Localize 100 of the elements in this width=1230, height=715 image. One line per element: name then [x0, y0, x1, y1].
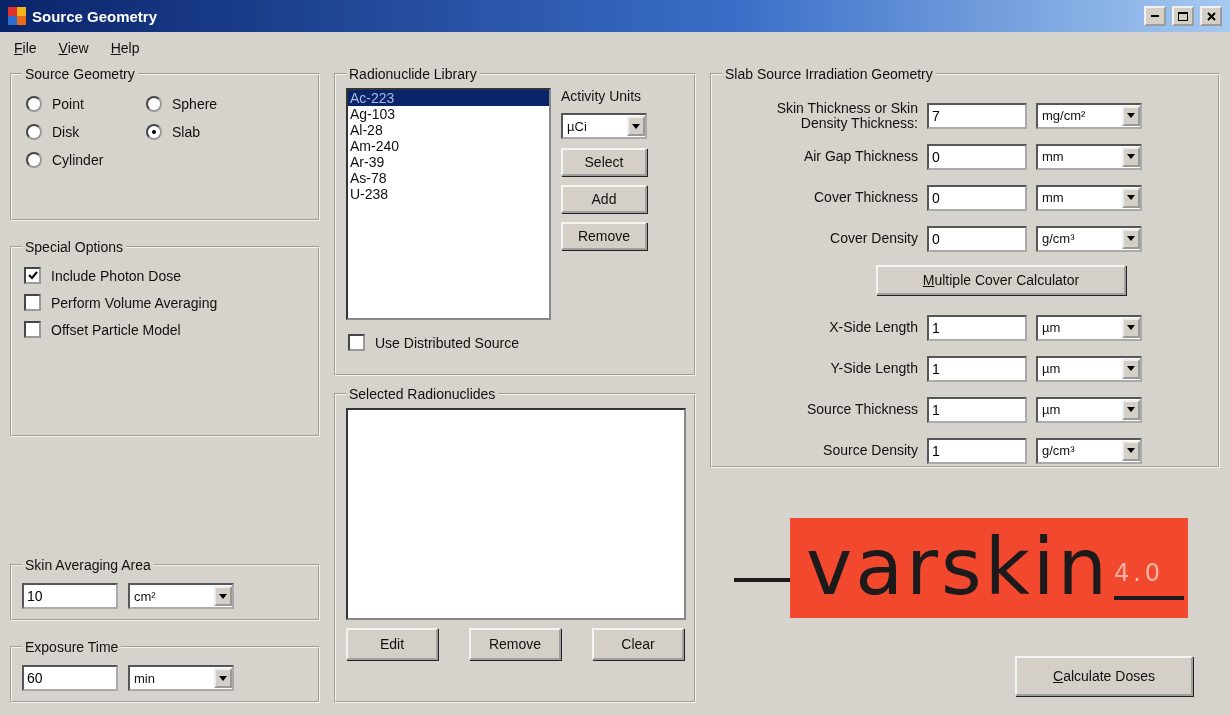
- input-field[interactable]: 60: [22, 665, 118, 691]
- window-title: Source Geometry: [32, 7, 159, 25]
- radio-label: Slab: [172, 124, 201, 140]
- checkbox[interactable]: [24, 294, 41, 311]
- action-button[interactable]: Edit: [346, 628, 438, 660]
- list-item[interactable]: Ag-103: [348, 106, 549, 122]
- action-button[interactable]: Add: [561, 185, 647, 213]
- unit-dropdown[interactable]: cm²: [128, 583, 234, 609]
- unit-dropdown[interactable]: mm: [1036, 184, 1142, 211]
- radio-option[interactable]: Cylinder: [26, 152, 146, 168]
- field-label: Cover Thickness: [813, 190, 918, 205]
- checkbox-option[interactable]: Offset Particle Model: [24, 321, 308, 338]
- unit-dropdown[interactable]: µCi: [561, 113, 647, 139]
- list-item[interactable]: As-78: [348, 170, 549, 186]
- input-field[interactable]: 1: [927, 396, 1027, 423]
- checkbox-option[interactable]: Use Distributed Source: [346, 320, 684, 351]
- dropdown-button[interactable]: [1122, 358, 1140, 379]
- dropdown-button[interactable]: [214, 586, 232, 606]
- menu-item[interactable]: View: [58, 40, 89, 56]
- radio-label: Point: [52, 96, 84, 112]
- dropdown-button[interactable]: [1122, 440, 1140, 461]
- unit-dropdown[interactable]: g/cm³: [1036, 225, 1142, 252]
- group-title: Source Geometry: [24, 66, 136, 82]
- checkbox-label: Offset Particle Model: [51, 321, 181, 338]
- minimize-button[interactable]: [1144, 6, 1166, 26]
- caret-icon: [1127, 407, 1135, 412]
- checkbox-label: Include Photon Dose: [51, 267, 181, 284]
- input-field[interactable]: 0: [927, 184, 1027, 211]
- dropdown-button[interactable]: [627, 116, 645, 136]
- checkbox-option[interactable]: Perform Volume Averaging: [24, 294, 308, 311]
- action-button[interactable]: Select: [561, 148, 647, 176]
- field-label: Source Density: [822, 443, 918, 458]
- radio-button[interactable]: [146, 124, 162, 140]
- checkbox[interactable]: [348, 334, 365, 351]
- dropdown-button[interactable]: [1122, 146, 1140, 167]
- action-button[interactable]: Remove: [561, 222, 647, 250]
- unit-dropdown[interactable]: µm: [1036, 314, 1142, 341]
- maximize-icon: [1178, 11, 1188, 21]
- list-item[interactable]: Am-240: [348, 138, 549, 154]
- dropdown-button[interactable]: [1122, 105, 1140, 126]
- input-field[interactable]: 10: [22, 583, 118, 609]
- calculate-button[interactable]: Calculate Doses: [1015, 656, 1193, 696]
- unit-dropdown[interactable]: mg/cm²: [1036, 102, 1142, 129]
- checkbox[interactable]: [24, 267, 41, 284]
- group-title: Slab Source Irradiation Geometry: [724, 66, 934, 82]
- dropdown-button[interactable]: [1122, 399, 1140, 420]
- radio-button[interactable]: [26, 96, 42, 112]
- dropdown-button[interactable]: [1122, 317, 1140, 338]
- caret-icon: [1127, 154, 1135, 159]
- radio-option[interactable]: Disk: [26, 124, 146, 140]
- group-title: Radionuclide Library: [348, 66, 478, 82]
- unit-dropdown[interactable]: g/cm³: [1036, 437, 1142, 464]
- group-title: Skin Averaging Area: [24, 557, 152, 573]
- radio-label: Cylinder: [52, 152, 104, 168]
- input-field[interactable]: 1: [927, 314, 1027, 341]
- unit-dropdown[interactable]: µm: [1036, 355, 1142, 382]
- checkbox-option[interactable]: Include Photon Dose: [24, 267, 308, 284]
- unit-dropdown[interactable]: mm: [1036, 143, 1142, 170]
- input-field[interactable]: 0: [927, 143, 1027, 170]
- caret-icon: [1127, 113, 1135, 118]
- input-field[interactable]: 7: [927, 102, 1027, 129]
- checkbox[interactable]: [24, 321, 41, 338]
- field-label: Y-Side Length: [829, 361, 918, 376]
- list-item[interactable]: U-238: [348, 186, 549, 202]
- radio-option[interactable]: Slab: [146, 124, 266, 140]
- unit-dropdown[interactable]: µm: [1036, 396, 1142, 423]
- list-item[interactable]: Ar-39: [348, 154, 549, 170]
- logo-version: 4.0: [1113, 560, 1166, 586]
- radio-option[interactable]: Point: [26, 96, 146, 112]
- close-button[interactable]: [1200, 6, 1222, 26]
- input-field[interactable]: 1: [927, 437, 1027, 464]
- radio-button[interactable]: [26, 152, 42, 168]
- unit-dropdown[interactable]: min: [128, 665, 234, 691]
- input-field[interactable]: 0: [927, 225, 1027, 252]
- field-label: Source Thickness: [806, 402, 918, 417]
- minimize-icon: [1151, 15, 1159, 17]
- radio-option[interactable]: Sphere: [146, 96, 266, 112]
- field-label: Skin Thickness or Skin Density Thickness:: [775, 100, 918, 131]
- caret-icon: [632, 123, 640, 129]
- check-icon: [27, 271, 38, 280]
- logo-underline: [1113, 596, 1184, 600]
- app-icon: [8, 7, 26, 25]
- dropdown-button[interactable]: [214, 668, 232, 688]
- list-item[interactable]: Al-28: [348, 122, 549, 138]
- action-button[interactable]: Remove: [469, 628, 561, 660]
- checkbox-label: Perform Volume Averaging: [51, 294, 218, 311]
- menu-item[interactable]: File: [14, 40, 37, 56]
- dropdown-button[interactable]: [1122, 228, 1140, 249]
- field-label: Activity Units: [561, 88, 643, 104]
- list-item[interactable]: Ac-223: [348, 90, 549, 106]
- radio-button[interactable]: [146, 96, 162, 112]
- dropdown-button[interactable]: [1122, 187, 1140, 208]
- radio-label: Sphere: [172, 96, 218, 112]
- caret-icon: [1127, 325, 1135, 330]
- input-field[interactable]: 1: [927, 355, 1027, 382]
- action-button[interactable]: Clear: [592, 628, 684, 660]
- menu-item[interactable]: Help: [110, 40, 140, 56]
- maximize-button[interactable]: [1172, 6, 1194, 26]
- calculator-button[interactable]: Multiple Cover Calculator: [876, 265, 1126, 295]
- radio-button[interactable]: [26, 124, 42, 140]
